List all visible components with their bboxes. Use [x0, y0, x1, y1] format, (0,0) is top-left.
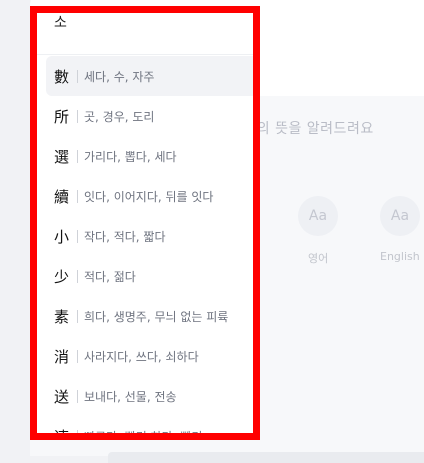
list-item[interactable]: 所 곳, 경우, 도리 — [46, 96, 256, 136]
english-mode-icon[interactable]: Aa — [298, 196, 338, 236]
list-item[interactable]: 消 사라지다, 쓰다, 쇠하다 — [46, 336, 256, 376]
hanja-meaning: 작다, 적다, 짧다 — [84, 229, 166, 244]
divider — [77, 309, 78, 323]
list-item[interactable]: 數 세다, 수, 자주 — [46, 56, 256, 96]
hanja-meaning: 사라지다, 쓰다, 쇠하다 — [84, 349, 199, 364]
list-item[interactable]: 續 잇다, 이어지다, 뒤를 잇다 — [46, 176, 256, 216]
hanja-char: 選 — [54, 147, 70, 166]
list-item[interactable]: 選 가리다, 뽑다, 세다 — [46, 136, 256, 176]
english-alt-mode-icon[interactable]: Aa — [380, 196, 420, 236]
hanja-char: 素 — [54, 307, 70, 326]
divider — [77, 189, 78, 203]
search-query: 소 — [54, 15, 67, 31]
list-item[interactable]: 速 빠르다, 빨리 하다, 빨리 — [46, 416, 256, 440]
suggestion-list: 數 세다, 수, 자주 所 곳, 경우, 도리 選 가리다, 뽑다, 세다 續 잇다, … — [46, 56, 256, 440]
divider — [77, 349, 78, 363]
hanja-char: 續 — [54, 187, 70, 206]
hanja-char: 速 — [54, 427, 70, 441]
divider — [77, 269, 78, 283]
hanja-char: 數 — [54, 67, 70, 86]
list-item[interactable]: 送 보내다, 선물, 전송 — [46, 376, 256, 416]
hanja-meaning: 가리다, 뽑다, 세다 — [84, 149, 177, 164]
background-input-bar — [108, 452, 424, 463]
english-alt-mode-caption: English — [380, 250, 420, 263]
hanja-char: 小 — [54, 227, 70, 246]
hanja-char: 所 — [54, 107, 70, 126]
divider — [77, 149, 78, 163]
list-item[interactable]: 少 적다, 젊다 — [46, 256, 256, 296]
english-mode-caption: 영어 — [308, 252, 329, 265]
divider — [77, 109, 78, 123]
hanja-char: 消 — [54, 347, 70, 366]
hanja-meaning: 빠르다, 빨리 하다, 빨리 — [84, 429, 203, 441]
list-item[interactable]: 素 희다, 생명주, 무늬 없는 피륙 — [46, 296, 256, 336]
divider — [77, 389, 78, 403]
hanja-char: 送 — [54, 387, 70, 406]
hanja-suggestion-dropdown: 소 數 세다, 수, 자주 所 곳, 경우, 도리 選 가리다, 뽑다, 세다 續 잇다… — [36, 6, 256, 440]
hanja-meaning: 보내다, 선물, 전송 — [84, 389, 177, 404]
hanja-meaning: 적다, 젊다 — [84, 269, 136, 284]
hanja-meaning: 곳, 경우, 도리 — [84, 109, 155, 124]
divider — [77, 429, 78, 440]
hanja-meaning: 잇다, 이어지다, 뒤를 잇다 — [84, 189, 214, 204]
list-item[interactable]: 小 작다, 적다, 짧다 — [46, 216, 256, 256]
hanja-meaning: 세다, 수, 자주 — [84, 69, 155, 84]
screen: 단어의 뜻을 알려드려요 한 Aa Aa 한자 영어 English 소 數세다… — [0, 0, 424, 463]
divider — [77, 69, 78, 83]
divider — [36, 54, 256, 55]
hanja-meaning: 희다, 생명주, 무늬 없는 피륙 — [84, 309, 229, 324]
hanja-char: 少 — [54, 267, 70, 286]
divider — [77, 229, 78, 243]
